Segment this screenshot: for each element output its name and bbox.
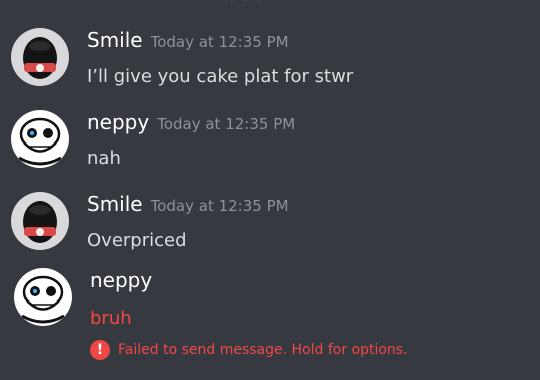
message-item-failed[interactable]: neppy bruh ! Failed to send message. Hol… bbox=[0, 268, 540, 368]
message-text: nah bbox=[87, 148, 121, 169]
message-header: Smile Today at 12:35 PM bbox=[87, 28, 289, 52]
username[interactable]: neppy bbox=[90, 268, 152, 292]
message-text: Overpriced bbox=[87, 230, 187, 251]
skull-avatar[interactable] bbox=[11, 110, 69, 168]
username[interactable]: neppy bbox=[87, 110, 149, 134]
message-header: neppy Today at 12:35 PM bbox=[87, 110, 295, 134]
message-item[interactable]: Smile Today at 12:35 PM I’ll give you cak… bbox=[0, 28, 540, 88]
message-text: bruh bbox=[90, 308, 132, 329]
smile-avatar[interactable] bbox=[11, 28, 69, 86]
send-failure-notice[interactable]: ! Failed to send message. Hold for optio… bbox=[90, 340, 408, 360]
chat-log: · · · Smile Today at 12:35 PM I’ll give y… bbox=[0, 0, 540, 380]
message-header: Smile Today at 12:35 PM bbox=[87, 192, 289, 216]
skull-avatar[interactable] bbox=[14, 268, 72, 326]
message-header: neppy bbox=[90, 268, 152, 292]
message-item[interactable]: Smile Today at 12:35 PM Overpriced bbox=[0, 192, 540, 252]
timestamp: Today at 12:35 PM bbox=[150, 33, 289, 51]
send-failure-text: Failed to send message. Hold for options… bbox=[118, 342, 408, 358]
previous-message-fragment: · · · bbox=[230, 0, 265, 7]
username[interactable]: Smile bbox=[87, 192, 143, 216]
error-icon: ! bbox=[90, 340, 110, 360]
smile-avatar[interactable] bbox=[11, 192, 69, 250]
message-text: I’ll give you cake plat for stwr bbox=[87, 66, 354, 87]
username[interactable]: Smile bbox=[87, 28, 143, 52]
timestamp: Today at 12:35 PM bbox=[150, 197, 289, 215]
timestamp: Today at 12:35 PM bbox=[157, 115, 296, 133]
message-item[interactable]: neppy Today at 12:35 PM nah bbox=[0, 110, 540, 170]
